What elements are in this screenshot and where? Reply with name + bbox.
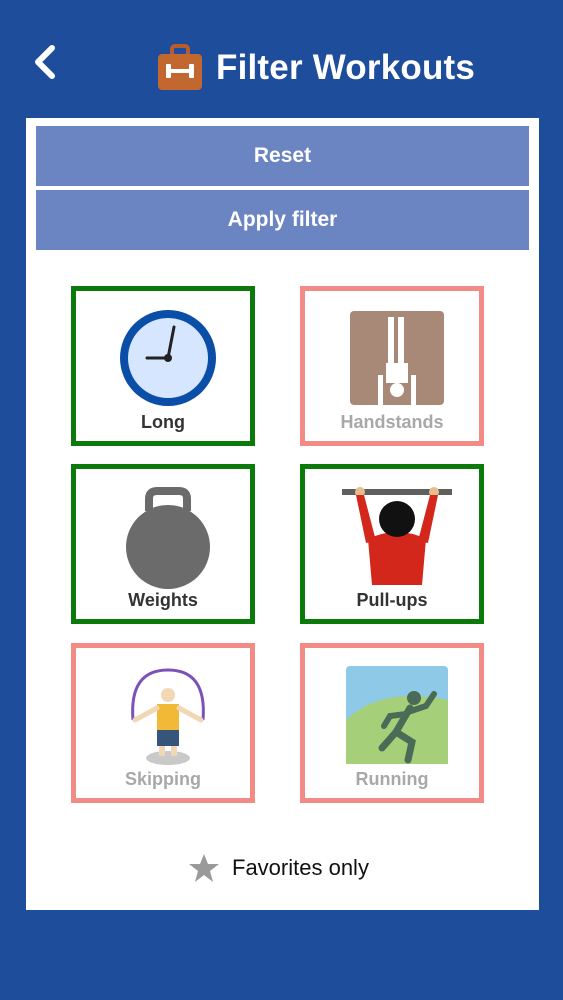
- workout-tile-running[interactable]: Running: [300, 643, 484, 803]
- reset-button[interactable]: Reset: [36, 126, 529, 186]
- workout-label: Weights: [128, 590, 198, 610]
- jump-rope-icon: [131, 668, 205, 765]
- workout-tile-skipping[interactable]: Skipping: [71, 643, 255, 803]
- pullup-icon: [342, 487, 452, 585]
- workout-label: Running: [355, 769, 429, 789]
- workout-label: Skipping: [125, 769, 201, 789]
- star-icon: [189, 854, 219, 882]
- workout-tile-pull-ups[interactable]: Pull-ups: [300, 464, 484, 624]
- workout-tile-weights[interactable]: Weights: [71, 464, 255, 624]
- kettlebell-icon: [126, 487, 210, 589]
- workout-tile-long[interactable]: Long: [71, 286, 255, 446]
- apply-filter-button[interactable]: Apply filter: [36, 190, 529, 250]
- favorites-only-toggle[interactable]: Favorites only: [188, 848, 369, 888]
- page-title-group: Filter Workouts: [156, 40, 475, 96]
- runner-icon: [346, 666, 448, 764]
- workout-label: Pull-ups: [356, 590, 428, 610]
- page-title: Filter Workouts: [216, 48, 476, 87]
- workout-label: Handstands: [340, 412, 444, 432]
- back-button[interactable]: [26, 38, 66, 88]
- handstand-icon: [350, 311, 444, 405]
- clock-icon: [120, 310, 216, 406]
- favorites-only-label: Favorites only: [232, 855, 369, 880]
- briefcase-dumbbell-icon: [158, 44, 202, 90]
- chevron-left-icon: [35, 45, 55, 79]
- workout-label: Long: [141, 412, 185, 432]
- workout-tile-handstands[interactable]: Handstands: [300, 286, 484, 446]
- filter-panel: Reset Apply filter Long Handstands Weigh…: [26, 118, 539, 910]
- app-header: Filter Workouts: [0, 0, 563, 118]
